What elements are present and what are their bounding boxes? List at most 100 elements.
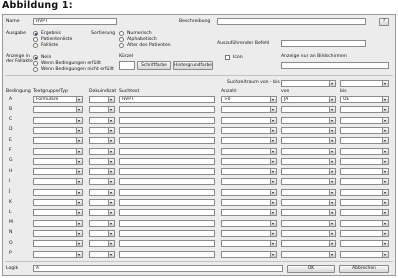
doku-select[interactable]: [89, 229, 115, 237]
bis-select[interactable]: [340, 219, 389, 227]
von-select[interactable]: [281, 240, 336, 248]
doku-select[interactable]: [89, 137, 115, 145]
doku-select[interactable]: [89, 106, 115, 114]
anzahl-select[interactable]: >0: [221, 96, 277, 103]
auszufuehrender-befehl-input[interactable]: [281, 40, 366, 47]
suchtext-input[interactable]: [119, 147, 215, 155]
anzahl-select[interactable]: [221, 188, 277, 196]
textgruppe-select[interactable]: [33, 250, 83, 258]
doku-select[interactable]: [89, 116, 115, 124]
suchtext-input[interactable]: [119, 199, 215, 206]
suchtext-input[interactable]: [119, 168, 215, 176]
textgruppe-select[interactable]: [33, 178, 83, 186]
suchtext-input[interactable]: [119, 116, 215, 124]
textgruppe-select[interactable]: [33, 137, 83, 145]
name-input[interactable]: HVPT: [33, 18, 117, 25]
von-select[interactable]: JA: [281, 96, 336, 103]
von-select[interactable]: [281, 209, 336, 217]
textgruppe-select[interactable]: [33, 240, 83, 248]
logik-input[interactable]: A: [33, 265, 283, 272]
anzahl-select[interactable]: [221, 106, 277, 114]
bis-select[interactable]: [340, 126, 389, 134]
kuerzel-input[interactable]: [119, 61, 135, 70]
anzahl-select[interactable]: [221, 178, 277, 186]
schriftfarbe-button[interactable]: Schriftfarbe: [137, 61, 171, 70]
anzahl-select[interactable]: [221, 240, 277, 248]
anzahl-select[interactable]: [221, 126, 277, 134]
bis-select[interactable]: [340, 209, 389, 217]
doku-select[interactable]: [89, 188, 115, 196]
anzahl-select[interactable]: [221, 116, 277, 124]
suchtext-input[interactable]: [119, 209, 215, 217]
ok-button[interactable]: OK: [287, 265, 335, 273]
textgruppe-select[interactable]: Formulare: [33, 96, 83, 103]
bis-select[interactable]: OE: [340, 96, 389, 103]
hintergrundfarbe-button[interactable]: Hintergrundfarbe: [173, 61, 213, 70]
icon-checkbox[interactable]: [225, 55, 230, 60]
textgruppe-select[interactable]: [33, 219, 83, 227]
textgruppe-select[interactable]: [33, 126, 83, 134]
anzeige-radio-nein[interactable]: [33, 55, 38, 60]
doku-select[interactable]: [89, 178, 115, 186]
von-select[interactable]: [281, 229, 336, 237]
beschreibung-input[interactable]: [217, 18, 366, 25]
textgruppe-select[interactable]: [33, 106, 83, 114]
von-select[interactable]: [281, 147, 336, 155]
suchtext-input[interactable]: [119, 178, 215, 186]
textgruppe-select[interactable]: [33, 199, 83, 206]
sortierung-radio-alphabetisch[interactable]: [119, 37, 124, 42]
bildschirmen-input[interactable]: [281, 62, 389, 69]
textgruppe-select[interactable]: [33, 209, 83, 217]
textgruppe-select[interactable]: [33, 147, 83, 155]
von-select[interactable]: [281, 116, 336, 124]
ausgabe-radio-ergebnis[interactable]: [33, 31, 38, 36]
bis-select[interactable]: [340, 199, 389, 206]
von-select[interactable]: [281, 178, 336, 186]
sortierung-radio-numerisch[interactable]: [119, 31, 124, 36]
suchtext-input[interactable]: [119, 106, 215, 114]
anzahl-select[interactable]: [221, 137, 277, 145]
suchtext-input[interactable]: [119, 219, 215, 227]
von-select[interactable]: [281, 168, 336, 176]
von-select[interactable]: [281, 188, 336, 196]
suchzeitraum-bis-select[interactable]: [340, 80, 389, 87]
anzeige-radio-erfuellt[interactable]: [33, 61, 38, 66]
textgruppe-select[interactable]: [33, 168, 83, 176]
von-select[interactable]: [281, 137, 336, 145]
von-select[interactable]: [281, 157, 336, 165]
bis-select[interactable]: [340, 229, 389, 237]
doku-select[interactable]: [89, 199, 115, 206]
anzahl-select[interactable]: [221, 209, 277, 217]
suchtext-input[interactable]: [119, 188, 215, 196]
suchtext-input[interactable]: [119, 126, 215, 134]
sortierung-radio-alter[interactable]: [119, 43, 124, 48]
anzahl-select[interactable]: [221, 250, 277, 258]
textgruppe-select[interactable]: [33, 229, 83, 237]
textgruppe-select[interactable]: [33, 116, 83, 124]
bis-select[interactable]: [340, 178, 389, 186]
suchtext-input[interactable]: [119, 250, 215, 258]
doku-select[interactable]: [89, 219, 115, 227]
doku-select[interactable]: [89, 157, 115, 165]
von-select[interactable]: [281, 126, 336, 134]
anzahl-select[interactable]: [221, 199, 277, 206]
bis-select[interactable]: [340, 106, 389, 114]
bis-select[interactable]: [340, 157, 389, 165]
anzahl-select[interactable]: [221, 229, 277, 237]
textgruppe-select[interactable]: [33, 157, 83, 165]
suchtext-input[interactable]: HVPT: [119, 96, 215, 103]
bis-select[interactable]: [340, 168, 389, 176]
abbrechen-button[interactable]: Abbrechen: [339, 265, 389, 273]
suchtext-input[interactable]: [119, 229, 215, 237]
ausgabe-radio-patientenliste[interactable]: [33, 37, 38, 42]
bis-select[interactable]: [340, 116, 389, 124]
suchtext-input[interactable]: [119, 157, 215, 165]
suchtext-input[interactable]: [119, 240, 215, 248]
bis-select[interactable]: [340, 188, 389, 196]
doku-select[interactable]: [89, 209, 115, 217]
suchtext-input[interactable]: [119, 137, 215, 145]
anzahl-select[interactable]: [221, 147, 277, 155]
von-select[interactable]: [281, 219, 336, 227]
bis-select[interactable]: [340, 250, 389, 258]
doku-select[interactable]: [89, 240, 115, 248]
